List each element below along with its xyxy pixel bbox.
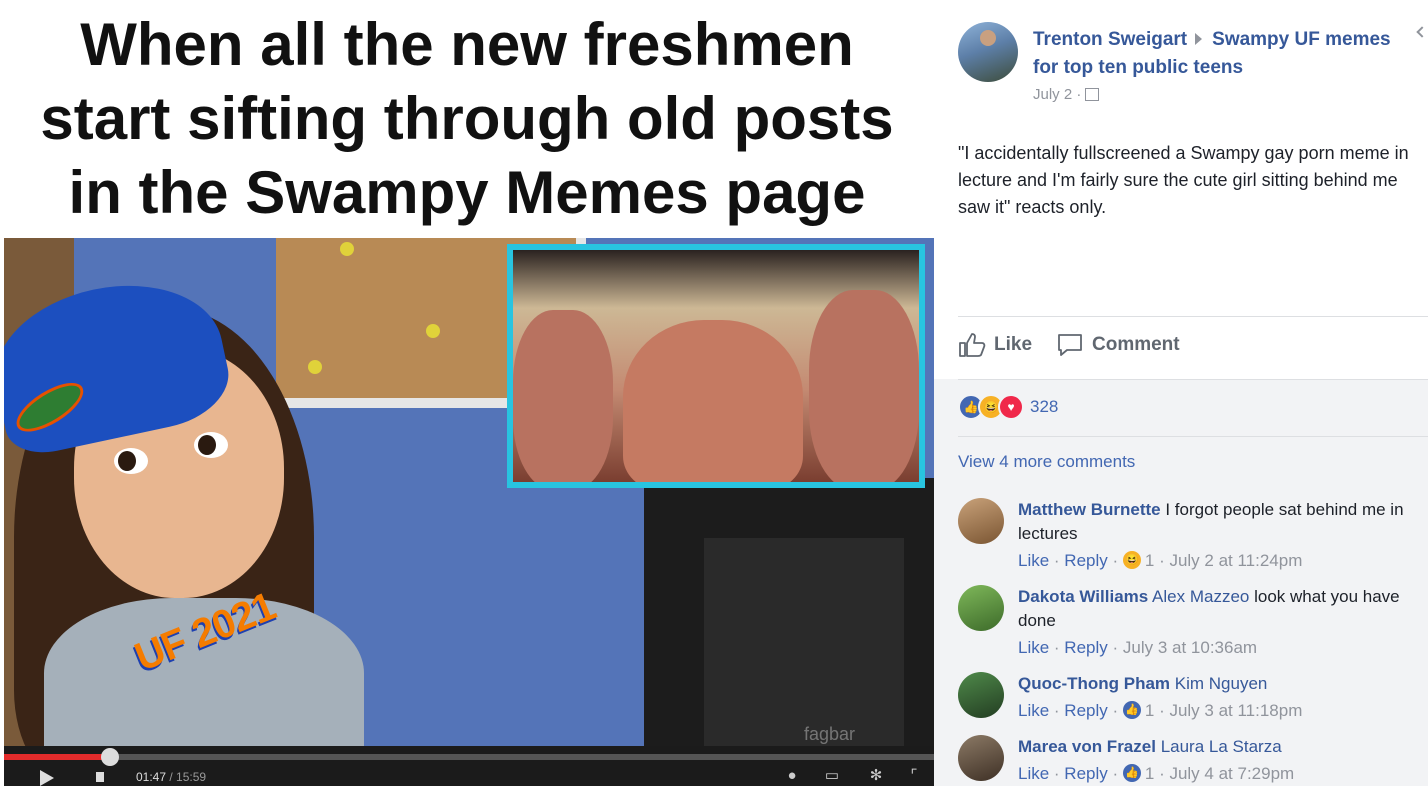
comment-like-link[interactable]: Like	[1018, 551, 1049, 570]
meme-caption-line: When all the new freshmen	[80, 11, 854, 78]
comment-label: Comment	[1092, 334, 1180, 355]
commenter-name[interactable]: Matthew Burnette	[1018, 500, 1161, 519]
comment-like-link[interactable]: Like	[1018, 701, 1049, 720]
arrow-right-icon	[1195, 32, 1203, 45]
comment-reaction-count[interactable]: 1	[1145, 764, 1154, 783]
duration: / 15:59	[169, 770, 207, 784]
tagged-user[interactable]: Laura La Starza	[1161, 737, 1282, 756]
meme-image[interactable]: When all the new freshmen start sifting …	[0, 0, 934, 786]
play-icon[interactable]	[40, 770, 54, 786]
chevron-down-icon[interactable]	[1416, 26, 1428, 38]
current-time: 01:47	[136, 770, 167, 784]
commenter-name[interactable]: Quoc-Thong Pham	[1018, 674, 1170, 693]
progress-track[interactable]	[4, 754, 934, 760]
torso	[623, 320, 803, 482]
haha-reaction-icon: 😆	[1122, 550, 1141, 569]
author-avatar[interactable]	[958, 22, 1018, 82]
comment-reply-link[interactable]: Reply	[1064, 551, 1107, 570]
comment-actions: Like · Reply · July 3 at 10:36am	[1018, 638, 1258, 657]
thumbs-up-icon	[959, 333, 986, 357]
gator-logo-icon	[9, 373, 91, 441]
comment-time[interactable]: July 3 at 11:18pm	[1169, 701, 1302, 720]
like-reaction-icon: 👍	[1122, 700, 1141, 719]
watermark: fagbar	[804, 724, 856, 744]
divider	[958, 436, 1428, 437]
like-button[interactable]: Like	[958, 332, 1032, 358]
comment-actions: Like · Reply · 😆 1 · July 2 at 11:24pm	[1018, 550, 1303, 570]
post-meta: July 2 ·	[1033, 86, 1100, 103]
commenter-name[interactable]: Dakota Williams	[1018, 587, 1148, 606]
video-frame: UF 2021 fagbar 01:47 / 15:59 ● ▭ ✻ ⌜	[4, 238, 934, 786]
pin	[426, 324, 440, 338]
commenter-avatar[interactable]	[958, 672, 1004, 718]
comment-time[interactable]: July 2 at 11:24pm	[1169, 551, 1302, 570]
tagged-user[interactable]: Kim Nguyen	[1175, 674, 1268, 693]
eye	[114, 448, 148, 474]
post-header: Trenton Sweigart Swampy UF memes for top …	[1033, 26, 1413, 82]
comment-reply-link[interactable]: Reply	[1064, 764, 1107, 783]
commenter-avatar[interactable]	[958, 735, 1004, 781]
settings-icon[interactable]: ✻	[868, 768, 884, 784]
eye	[194, 432, 228, 458]
meme-caption: When all the new freshmen start sifting …	[0, 8, 934, 230]
video-time: 01:47 / 15:59	[136, 770, 206, 784]
pin	[340, 242, 354, 256]
commenter-avatar[interactable]	[958, 585, 1004, 631]
like-reaction-icon: 👍	[1122, 763, 1141, 782]
comment-time[interactable]: July 3 at 10:36am	[1123, 638, 1257, 657]
comment-reaction-count[interactable]: 1	[1145, 551, 1154, 570]
comments-section	[934, 379, 1428, 786]
divider	[958, 379, 1428, 380]
volume-icon[interactable]	[96, 772, 104, 782]
divider	[958, 316, 1428, 317]
comment-reply-link[interactable]: Reply	[1064, 638, 1107, 657]
reaction-count[interactable]: 328	[1030, 397, 1058, 417]
post-text: "I accidentally fullscreened a Swampy ga…	[958, 143, 1409, 217]
reaction-summary[interactable]: 👍 😆 ♥ 328	[958, 394, 1058, 420]
comment-time[interactable]: July 4 at 7:29pm	[1169, 764, 1294, 783]
comment-reaction-count[interactable]: 1	[1145, 701, 1154, 720]
inset-video-thumbnail	[507, 244, 925, 488]
comment-like-link[interactable]: Like	[1018, 638, 1049, 657]
meme-caption-line: in the Swampy Memes page	[68, 159, 866, 226]
like-label: Like	[994, 334, 1033, 355]
view-more-comments-link[interactable]: View 4 more comments	[958, 452, 1135, 472]
video-controls: 01:47 / 15:59 ● ▭ ✻ ⌜	[4, 746, 934, 786]
progress-fill	[4, 754, 110, 760]
comment-actions: Like · Reply · 👍 1 · July 3 at 11:18pm	[1018, 700, 1303, 720]
post-date[interactable]: July 2 ·	[1033, 86, 1081, 103]
comment-icon	[1058, 334, 1082, 356]
group-privacy-icon	[1085, 87, 1100, 101]
comment-reply-link[interactable]: Reply	[1064, 701, 1107, 720]
annotations-icon[interactable]: ●	[784, 768, 800, 784]
comment-actions: Like · Reply · 👍 1 · July 4 at 7:29pm	[1018, 763, 1295, 783]
post-panel: Trenton Sweigart Swampy UF memes for top …	[934, 0, 1428, 786]
tagged-user[interactable]: Alex Mazzeo	[1152, 587, 1249, 606]
fullscreen-icon[interactable]: ⌜	[906, 768, 922, 784]
author-name[interactable]: Trenton Sweigart	[1033, 29, 1187, 50]
commenter-name[interactable]: Marea von Frazel	[1018, 737, 1156, 756]
comment-button[interactable]: Comment	[1056, 332, 1180, 358]
progress-knob[interactable]	[101, 748, 119, 766]
captions-icon[interactable]: ▭	[824, 768, 840, 784]
commenter-avatar[interactable]	[958, 498, 1004, 544]
love-reaction-icon: ♥	[998, 394, 1024, 420]
pin	[308, 360, 322, 374]
comment-like-link[interactable]: Like	[1018, 764, 1049, 783]
meme-caption-line: start sifting through old posts	[40, 85, 894, 152]
